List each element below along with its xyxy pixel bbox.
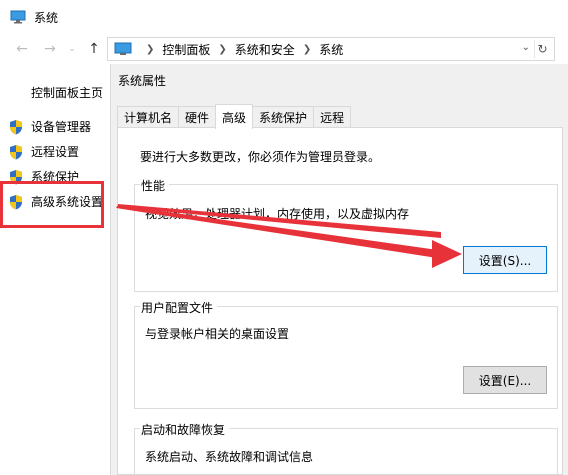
recent-locations-chevron-icon[interactable]: ⌄ bbox=[62, 38, 82, 60]
annotation-highlight-box bbox=[0, 181, 104, 228]
user-profiles-settings-button[interactable]: 设置(E)... bbox=[463, 366, 547, 394]
breadcrumb-separator-icon: ❯ bbox=[302, 43, 312, 55]
sidebar-item-label: 远程设置 bbox=[31, 145, 80, 159]
breadcrumb-system-security[interactable]: 系统和安全 bbox=[235, 41, 295, 58]
address-bar[interactable]: ❯ 控制面板 ❯ 系统和安全 ❯ 系统 ⌄ ↻ bbox=[107, 37, 555, 61]
performance-settings-button[interactable]: 设置(S)... bbox=[463, 246, 547, 274]
address-dropdown-chevron-icon[interactable]: ⌄ bbox=[522, 42, 530, 53]
sidebar-item-device-manager[interactable]: 设备管理器 bbox=[8, 118, 91, 135]
up-arrow-icon[interactable]: ↑ bbox=[84, 38, 104, 60]
admin-note: 要进行大多数更改，你必须作为管理员登录。 bbox=[140, 150, 381, 164]
back-arrow-icon[interactable]: ← bbox=[12, 38, 32, 60]
uac-shield-icon bbox=[10, 119, 22, 134]
startup-recovery-desc: 系统启动、系统故障和调试信息 bbox=[145, 450, 314, 464]
window-title: 系统 bbox=[34, 10, 59, 25]
control-panel-icon bbox=[114, 42, 132, 55]
user-profiles-group-title: 用户配置文件 bbox=[140, 299, 218, 316]
breadcrumb-system[interactable]: 系统 bbox=[319, 41, 343, 58]
tab-strip: 计算机名 硬件 高级 系统保护 远程 bbox=[117, 104, 352, 129]
sidebar-item-remote-settings[interactable]: 远程设置 bbox=[8, 143, 79, 160]
performance-desc: 视觉效果，处理器计划，内存使用，以及虚拟内存 bbox=[145, 207, 410, 221]
startup-recovery-group: 启动和故障恢复 系统启动、系统故障和调试信息 bbox=[134, 421, 558, 475]
breadcrumb-separator-icon: ❯ bbox=[218, 43, 227, 55]
tab-hardware[interactable]: 硬件 bbox=[178, 106, 217, 128]
breadcrumb-control-panel[interactable]: 控制面板 bbox=[162, 41, 210, 58]
sidebar-item-label: 设备管理器 bbox=[31, 120, 92, 134]
breadcrumb-separator-icon: ❯ bbox=[146, 43, 155, 55]
uac-shield-icon bbox=[10, 144, 22, 159]
control-panel-home-link[interactable]: 控制面板主页 bbox=[31, 84, 103, 101]
forward-arrow-icon[interactable]: → bbox=[40, 38, 60, 60]
tab-advanced[interactable]: 高级 bbox=[215, 104, 254, 129]
advanced-tab-panel: 要进行大多数更改，你必须作为管理员登录。 性能 视觉效果，处理器计划，内存使用，… bbox=[117, 127, 563, 475]
dialog-title: 系统属性 bbox=[118, 74, 167, 88]
user-profiles-group: 用户配置文件 与登录帐户相关的桌面设置 设置(E)... bbox=[134, 299, 558, 409]
user-profiles-desc: 与登录帐户相关的桌面设置 bbox=[145, 327, 290, 341]
navigation-bar: ← → ⌄ ↑ ❯ 控制面板 ❯ 系统和安全 ❯ 系统 ⌄ ↻ bbox=[0, 34, 568, 64]
performance-group-title: 性能 bbox=[140, 177, 170, 194]
refresh-icon[interactable]: ↻ bbox=[534, 40, 550, 58]
computer-icon bbox=[10, 10, 26, 24]
tab-computer-name[interactable]: 计算机名 bbox=[117, 106, 180, 128]
performance-group: 性能 视觉效果，处理器计划，内存使用，以及虚拟内存 设置(S)... bbox=[134, 177, 558, 292]
system-properties-dialog: 系统属性 计算机名 硬件 高级 系统保护 远程 要进行大多数更改，你必须作为管理… bbox=[110, 64, 568, 475]
left-nav-pane: 控制面板主页 设备管理器 远程设置 系统保护 高级系统设置 bbox=[0, 64, 110, 475]
tab-remote[interactable]: 远程 bbox=[313, 106, 352, 128]
title-bar: 系统 bbox=[0, 0, 568, 34]
tab-system-protection[interactable]: 系统保护 bbox=[252, 106, 315, 128]
startup-recovery-group-title: 启动和故障恢复 bbox=[140, 421, 230, 438]
